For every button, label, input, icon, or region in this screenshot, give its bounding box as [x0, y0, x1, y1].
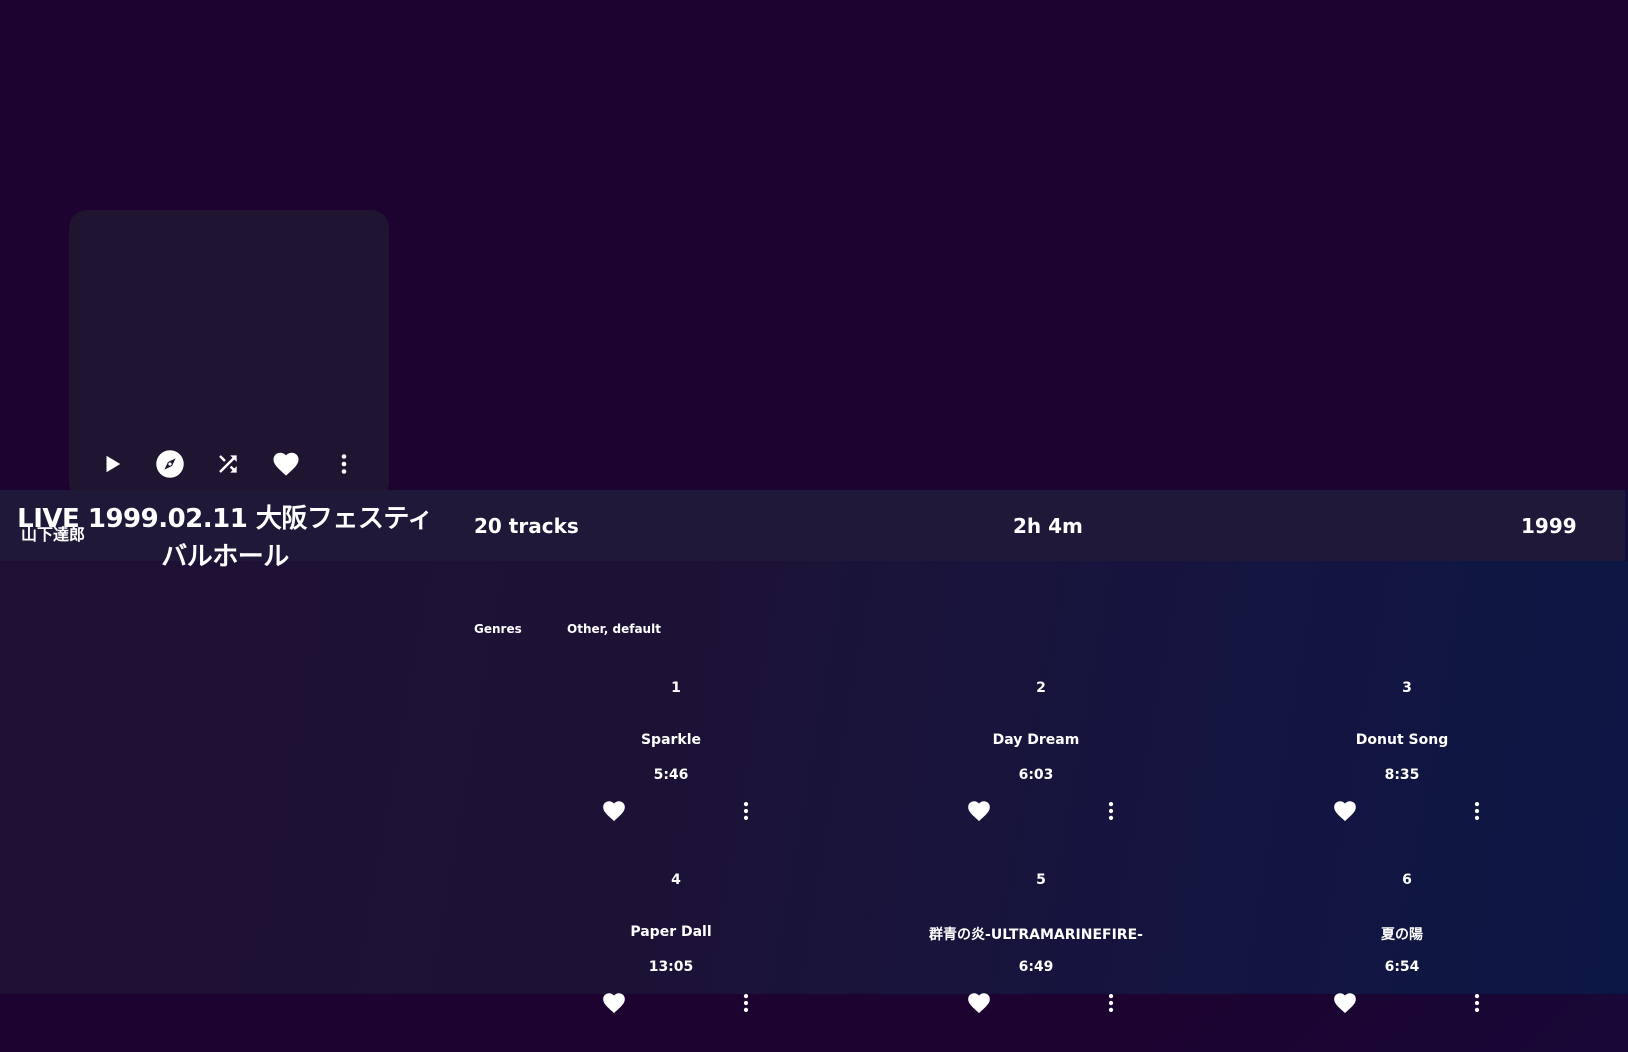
track-item[interactable]: 3 Donut Song 8:35 — [1257, 680, 1557, 860]
track-more-button[interactable] — [1463, 797, 1491, 825]
track-like-button[interactable] — [600, 989, 628, 1017]
artist-name[interactable]: 山下達郎 — [21, 521, 85, 545]
track-duration: 13:05 — [648, 959, 694, 975]
track-item[interactable]: 5 群青の炎-ULTRAMARINEFIRE- 6:49 — [891, 872, 1191, 1052]
track-more-button[interactable] — [732, 989, 760, 1017]
track-like-button[interactable] — [1331, 989, 1359, 1017]
track-like-button[interactable] — [965, 797, 993, 825]
track-number: 1 — [671, 680, 681, 696]
more-vertical-icon — [743, 802, 749, 820]
track-duration: 6:49 — [1018, 959, 1054, 975]
album-actions — [96, 448, 386, 480]
track-number: 2 — [1036, 680, 1046, 696]
track-like-button[interactable] — [965, 989, 993, 1017]
track-title[interactable]: Donut Song — [1257, 732, 1547, 748]
track-number: 6 — [1402, 872, 1412, 888]
more-vertical-icon — [341, 454, 347, 474]
genres-value[interactable]: Other, default — [567, 622, 661, 636]
track-more-button[interactable] — [1463, 989, 1491, 1017]
track-like-button[interactable] — [1331, 797, 1359, 825]
track-item[interactable]: 6 夏の陽 6:54 — [1257, 872, 1557, 1052]
track-duration: 8:35 — [1384, 767, 1420, 783]
track-more-button[interactable] — [732, 797, 760, 825]
track-title[interactable]: 夏の陽 — [1257, 924, 1547, 944]
total-duration: 2h 4m — [1013, 514, 1083, 538]
track-item[interactable]: 1 Sparkle 5:46 — [526, 680, 826, 860]
track-title[interactable]: Day Dream — [891, 732, 1181, 748]
more-vertical-icon — [1474, 802, 1480, 820]
track-item[interactable]: 4 Paper Dall 13:05 — [526, 872, 826, 1052]
shuffle-icon — [219, 455, 237, 473]
track-title[interactable]: Paper Dall — [526, 924, 816, 940]
explore-button[interactable] — [154, 448, 186, 480]
more-vertical-icon — [743, 994, 749, 1012]
heart-icon — [603, 801, 625, 822]
genres-label: Genres — [474, 622, 522, 636]
track-more-button[interactable] — [1097, 989, 1125, 1017]
favorite-button[interactable] — [270, 448, 302, 480]
track-number: 4 — [671, 872, 681, 888]
track-duration: 6:03 — [1018, 767, 1054, 783]
track-item[interactable]: 2 Day Dream 6:03 — [891, 680, 1191, 860]
track-like-button[interactable] — [600, 797, 628, 825]
play-button[interactable] — [96, 448, 128, 480]
track-title[interactable]: Sparkle — [526, 732, 816, 748]
track-duration: 6:54 — [1384, 959, 1420, 975]
track-number: 3 — [1402, 680, 1412, 696]
heart-icon — [1334, 801, 1356, 822]
compass-icon — [156, 450, 184, 478]
more-vertical-icon — [1474, 994, 1480, 1012]
track-count: 20 tracks — [474, 514, 579, 538]
more-button[interactable] — [328, 448, 360, 480]
heart-icon — [273, 452, 299, 476]
track-duration: 5:46 — [653, 767, 689, 783]
track-title[interactable]: 群青の炎-ULTRAMARINEFIRE- — [891, 924, 1181, 944]
more-vertical-icon — [1108, 994, 1114, 1012]
heart-icon — [968, 801, 990, 822]
track-more-button[interactable] — [1097, 797, 1125, 825]
track-number: 5 — [1036, 872, 1046, 888]
more-vertical-icon — [1108, 802, 1114, 820]
shuffle-button[interactable] — [212, 448, 244, 480]
play-icon — [106, 455, 121, 473]
release-year: 1999 — [1521, 514, 1577, 538]
